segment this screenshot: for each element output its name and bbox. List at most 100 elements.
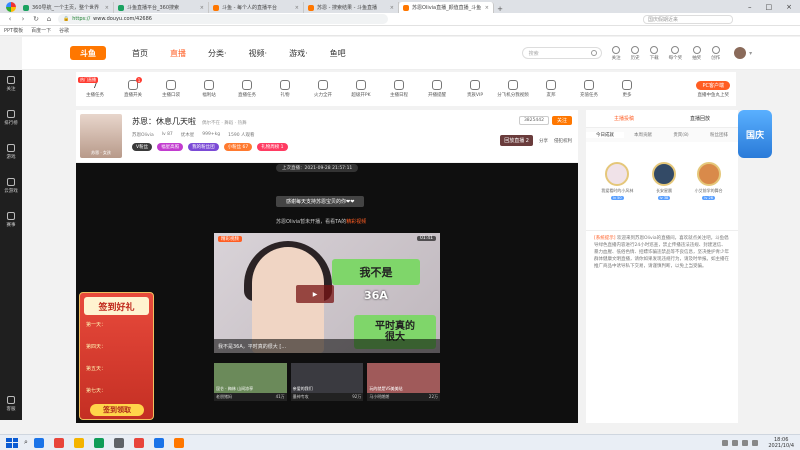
tray-icon[interactable] [722,439,729,446]
taskbar-app-icon[interactable] [33,437,44,448]
tab-close-icon[interactable]: × [295,5,299,11]
tool-welfare[interactable]: 福利站 [190,80,228,98]
tab-today[interactable]: 今日成就 [586,132,624,138]
menu-item-home[interactable]: 首页 [132,48,148,59]
header-download-button[interactable]: 下载 [650,45,659,61]
tool-gift[interactable]: 礼物 [266,80,304,98]
recommended-video-card[interactable]: 昆仑 · 梅林 山间凉亭 老朋猪妈 41万 [214,363,287,401]
taskbar-app-icon[interactable] [53,437,64,448]
tool-plane-video[interactable]: 分飞机分我视频 [494,80,532,98]
tool-vip[interactable]: 贵族VIP [456,80,494,98]
site-search-input[interactable]: 搜索 [521,47,602,59]
tab-close-icon[interactable]: × [200,5,204,11]
tool-reminder[interactable]: 开播提醒 [418,80,456,98]
offline-highlight-link[interactable]: 精彩视频 [346,219,366,225]
sidebar-item-games[interactable]: 游戏 [7,144,16,160]
maximize-icon[interactable]: □ [766,3,773,11]
header-create-button[interactable]: 创作 [711,45,720,61]
sidebar-item-follow[interactable]: 关注 [7,76,16,92]
tool-pk[interactable]: 超级开PK [342,80,380,98]
tool-friends[interactable]: 友邦 [532,80,570,98]
volume-icon[interactable] [752,439,759,446]
url-input[interactable]: 🔒 https://www.douyu.com/42686 [58,14,388,24]
follow-button[interactable]: 关注 [551,116,572,125]
tab-2[interactable]: 斗鱼直播平台_360搜索 × [114,2,209,13]
replay-button[interactable]: 回放直播 2 [500,135,533,146]
windows-start-icon[interactable] [6,437,18,448]
tab-4[interactable]: 苏恩 - 搜索结果 - 斗鱼直播 × [304,2,399,13]
sidebar-item-rank[interactable]: 排行榜 [4,110,18,126]
tool-pocket[interactable]: 主播口袋 [152,80,190,98]
taskbar-app-icon[interactable] [73,437,84,448]
header-follow-button[interactable]: 关注 [612,45,621,61]
play-icon[interactable]: ▶ [296,285,334,303]
taskbar-app-icon[interactable] [113,437,124,448]
menu-item-game[interactable]: 游戏· [289,48,308,59]
browser-search-input[interactable]: 国庆假期近来 [643,14,733,24]
contributor[interactable]: 长安星晨 lv 38 [651,162,676,200]
anchor-name[interactable]: 苏恩Olivia [132,132,154,138]
tab-5-active[interactable]: 苏恩Olivia直播_颜值直播_斗鱼 × [399,2,494,13]
pc-client-button[interactable]: PC客户端 [696,80,730,90]
header-lottery-button[interactable]: 抽奖 [692,45,701,61]
taskbar-app-icon[interactable] [93,437,104,448]
tool-schedule[interactable]: 主播日程 [380,80,418,98]
featured-video[interactable]: 精彩视频 01:41 我不是 36A 平时真的 很大 ▶ 我不是36A，平时真的很… [214,233,440,353]
menu-item-video[interactable]: 视频· [249,48,268,59]
tab-vip[interactable]: 贵宾(8) [662,132,700,138]
tool-live-switch[interactable]: 1 直播开关 [114,77,152,98]
bookmark-item[interactable]: PPT模板 [4,27,23,34]
forward-icon[interactable]: › [19,15,27,23]
tab-1[interactable]: 360导航_一个主页，整个世界 × [19,2,114,13]
room-tag[interactable]: 福星高照 [157,143,184,151]
new-tab-button[interactable]: + [494,5,506,13]
sidebar-item-events[interactable]: 赛事 [7,212,16,228]
recommended-video-card[interactable]: 亲爱的我们 墨神专攻 92万 [290,363,364,401]
chevron-down-icon[interactable]: ▾ [749,50,752,57]
tool-recharge[interactable]: 充值任务 [570,80,608,98]
system-clock[interactable]: 18:06 2021/10/4 [768,437,794,449]
contributor[interactable]: 我爱看时的小风林 lv 50 [601,162,633,200]
bookmark-item[interactable]: 谷歌 [59,27,69,34]
tab-anchor-posts[interactable]: 主播投稿 [586,115,662,122]
menu-item-category[interactable]: 分类· [208,48,227,59]
refresh-icon[interactable]: ↻ [32,15,40,23]
close-window-icon[interactable]: × [786,3,792,11]
tab-3[interactable]: 斗鱼 - 每个人的直播平台 × [209,2,304,13]
header-history-button[interactable]: 历史 [631,45,640,61]
tab-close-icon[interactable]: × [485,5,489,11]
header-reward-button[interactable]: 每个奖 [669,45,682,61]
tab-close-icon[interactable]: × [390,5,394,11]
room-tag[interactable]: 礼物周榜 1 [257,143,288,151]
tab-fanclub[interactable]: 粉丝团排 [700,132,738,138]
back-icon[interactable]: ‹ [6,15,14,23]
avatar[interactable] [734,47,747,59]
room-tag[interactable]: 我的粉丝团 [188,143,219,151]
room-tag[interactable]: V粉丝 [132,143,153,151]
tool-fire[interactable]: 火力全开 [304,80,342,98]
national-day-mascot[interactable]: 国庆 [738,110,772,158]
room-tag[interactable]: 小粉丝 67 [223,143,253,151]
sidebar-item-cloud-games[interactable]: 云游戏 [4,178,18,194]
tab-weekly[interactable]: 本周贡献 [624,132,662,138]
tab-close-icon[interactable]: × [105,5,109,11]
taskbar-app-icon[interactable] [153,437,164,448]
menu-item-live[interactable]: 直播 [170,48,186,59]
recommended-video-card[interactable]: 玩的就是VS美美哒 马小明朗朗 22万 [367,363,441,401]
tray-icon[interactable] [732,439,739,446]
menu-item-yuba[interactable]: 鱼吧 [330,48,346,59]
search-icon[interactable]: ⌕ [24,438,28,447]
room-category[interactable]: 偶尔不在 · 舞蹈 · 热舞 [202,120,247,126]
wifi-icon[interactable] [742,439,749,446]
taskbar-app-icon[interactable] [173,437,184,448]
minimize-icon[interactable]: – [748,3,752,11]
sidebar-item-support[interactable]: 客服 [7,396,16,412]
tab-live-replay[interactable]: 直播回放 [662,115,738,122]
tool-live-task[interactable]: 直播任务 [228,80,266,98]
anchor-avatar[interactable]: 苏恩 · 女孩 [80,114,122,158]
contributor[interactable]: 小艾前学的舞台 lv 26 [695,162,723,200]
taskbar-app-icon[interactable] [133,437,144,448]
tool-anchor-task[interactable]: 热门直播 7 主播任务 [76,76,114,98]
tool-more[interactable]: 更多 [608,80,646,98]
signin-claim-button[interactable]: 签到领取 [90,404,144,416]
